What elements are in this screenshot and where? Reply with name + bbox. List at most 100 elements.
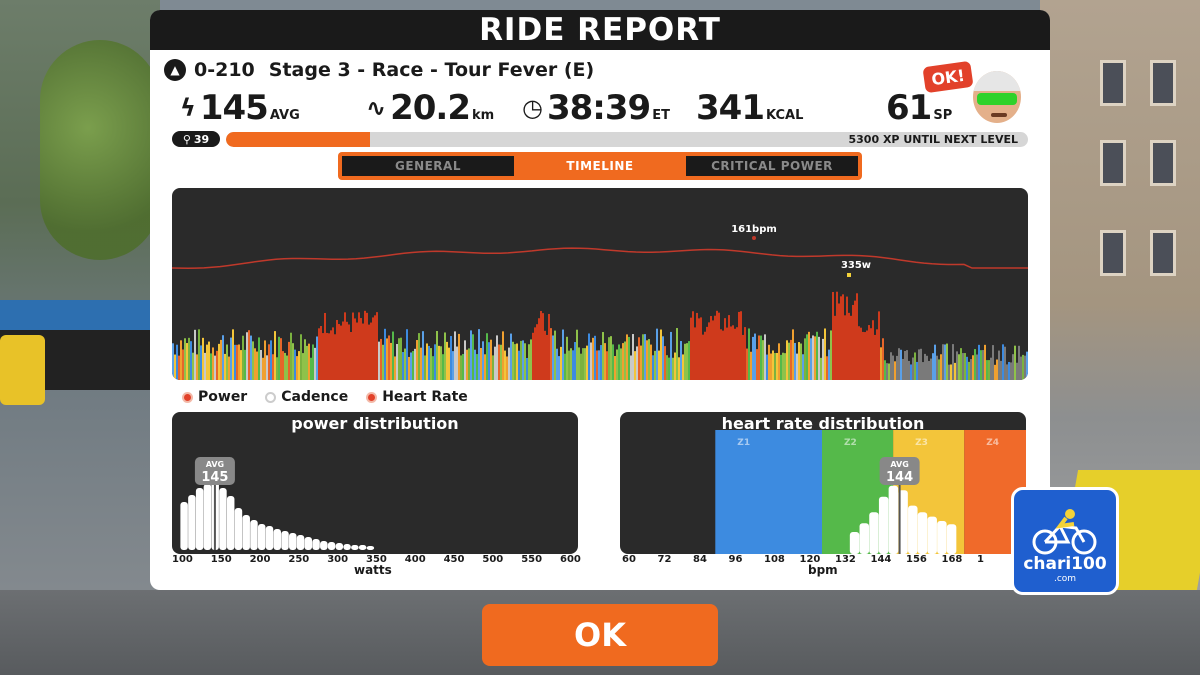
- toggle-power-icon: [182, 391, 193, 403]
- power-bar: [768, 344, 770, 380]
- power-bar: [942, 344, 944, 380]
- stat-distance: ∿ 20.2 km: [366, 88, 494, 128]
- power-bar: [374, 315, 376, 380]
- power-bar: [706, 326, 708, 380]
- power-bar: [568, 350, 570, 380]
- power-bar: [320, 326, 322, 380]
- power-bar: [992, 345, 994, 380]
- power-bar: [308, 343, 310, 380]
- power-bar: [766, 354, 768, 380]
- power-bar: [486, 333, 488, 380]
- power-bar: [874, 334, 876, 380]
- power-bar: [922, 362, 924, 380]
- toggle-cadence-icon: [265, 391, 277, 403]
- power-bar: [264, 340, 266, 380]
- rider-avatar: OK!: [920, 56, 1032, 126]
- power-histogram-bar: [180, 502, 188, 550]
- power-bar: [836, 291, 838, 380]
- power-bar: [438, 345, 440, 380]
- power-bar: [396, 343, 398, 380]
- power-bar: [764, 334, 766, 380]
- power-bar: [710, 316, 712, 380]
- power-bar: [418, 333, 420, 380]
- power-bar: [980, 350, 982, 380]
- power-bar: [494, 346, 496, 380]
- hr-tick-label: 144: [870, 554, 892, 565]
- power-bar: [988, 360, 990, 380]
- hr-zone-label: Z4: [986, 438, 999, 448]
- route-info: ▲ 0-210 Stage 3 - Race - Tour Fever (E): [164, 57, 594, 83]
- power-bar: [192, 352, 194, 380]
- power-bar: [544, 330, 546, 380]
- heart-rate-distribution-svg: Z1Z2Z3Z4Z5AVG144: [715, 430, 1026, 554]
- power-tick-label: 300: [327, 554, 349, 565]
- power-bar: [986, 360, 988, 380]
- power-bar: [450, 336, 452, 380]
- legend-cadence[interactable]: Cadence: [265, 389, 348, 405]
- power-bar: [850, 315, 852, 380]
- power-bar: [686, 343, 688, 380]
- power-bar: [602, 332, 604, 380]
- power-bar: [454, 331, 456, 380]
- yellow-post: [0, 335, 45, 405]
- power-bar: [338, 324, 340, 380]
- power-bar: [216, 350, 218, 380]
- power-bar: [692, 311, 694, 380]
- power-bar: [924, 353, 926, 380]
- legend-power-label: Power: [198, 389, 248, 405]
- power-histogram-bar: [343, 544, 351, 550]
- power-bar: [618, 344, 620, 380]
- clock-icon: ◷: [522, 94, 543, 122]
- power-bar: [280, 338, 282, 380]
- power-bar: [350, 331, 352, 380]
- power-bar: [890, 352, 892, 380]
- logo-text: chari100: [1023, 554, 1107, 574]
- power-bar: [278, 336, 280, 380]
- power-bar: [298, 351, 300, 380]
- power-bar: [576, 329, 578, 380]
- power-bar: [798, 342, 800, 380]
- legend-heart-rate[interactable]: Heart Rate: [366, 389, 468, 405]
- hr-avg-label: AVG: [890, 460, 908, 469]
- power-bar: [976, 354, 978, 380]
- distance-value: 20.2: [390, 88, 471, 128]
- power-bar: [422, 331, 424, 380]
- power-bar: [268, 344, 270, 380]
- power-bar: [246, 332, 248, 380]
- level-value: 39: [193, 132, 210, 146]
- power-bar: [888, 363, 890, 380]
- legend-power[interactable]: Power: [182, 389, 247, 405]
- tab-critical-power[interactable]: CRITICAL POWER: [686, 156, 858, 176]
- power-bar: [474, 349, 476, 380]
- power-bar: [378, 341, 380, 380]
- power-bar: [898, 348, 900, 380]
- power-histogram-bar: [250, 520, 258, 550]
- power-bar: [506, 356, 508, 380]
- tab-timeline[interactable]: TIMELINE: [514, 156, 686, 176]
- power-bar: [910, 364, 912, 380]
- power-bar: [596, 350, 598, 380]
- tab-general[interactable]: GENERAL: [342, 156, 514, 176]
- hr-zone: [715, 430, 822, 554]
- power-bar: [390, 342, 392, 380]
- power-unit: AVG: [269, 108, 300, 123]
- power-histogram-bar: [242, 515, 250, 550]
- power-bar: [210, 353, 212, 380]
- power-bar: [224, 353, 226, 380]
- power-bar: [680, 341, 682, 380]
- power-bar: [340, 325, 342, 380]
- ok-button[interactable]: OK: [482, 604, 718, 666]
- power-bar: [316, 336, 318, 380]
- power-bar: [490, 339, 492, 380]
- power-bar: [700, 317, 702, 380]
- power-bar: [194, 329, 196, 380]
- power-bar: [740, 311, 742, 380]
- power-bar: [364, 310, 366, 380]
- power-bar: [690, 317, 692, 380]
- power-bar: [538, 318, 540, 380]
- power-distribution-svg: AVG145: [180, 457, 375, 550]
- power-bar: [496, 335, 498, 380]
- power-bar: [616, 349, 618, 380]
- power-bar: [734, 328, 736, 380]
- power-histogram-bar: [304, 537, 313, 550]
